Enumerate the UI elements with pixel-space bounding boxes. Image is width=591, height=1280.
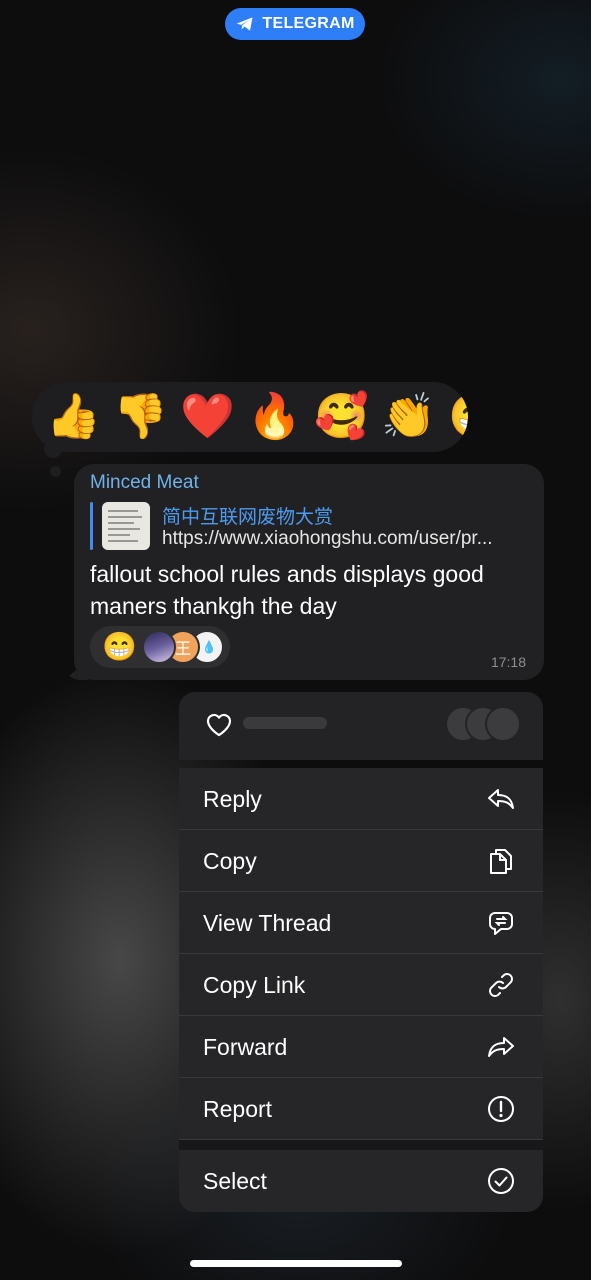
sender-name[interactable]: Minced Meat <box>90 472 199 494</box>
avatar <box>142 630 176 664</box>
banner-label: TELEGRAM <box>262 15 355 32</box>
menu-item-copy[interactable]: Copy <box>179 830 543 892</box>
context-menu: Reply Copy View Thread Copy Link Forward… <box>179 768 543 1212</box>
menu-item-view-thread[interactable]: View Thread <box>179 892 543 954</box>
reaction-picker[interactable]: 👍 👎 ❤️ 🔥 🥰 👏 😁 <box>32 382 468 452</box>
menu-item-label: Forward <box>203 1034 288 1060</box>
menu-item-label: Copy Link <box>203 972 306 998</box>
message-bubble[interactable]: Minced Meat 简中互联网废物大赏 https://www.xiaoho… <box>74 464 544 680</box>
link-url[interactable]: https://www.xiaohongshu.com/user/pr... <box>162 528 493 550</box>
reaction-heart[interactable]: ❤️ <box>174 382 241 452</box>
menu-item-label: Copy <box>203 848 257 874</box>
menu-item-label: Select <box>203 1168 267 1194</box>
forward-icon <box>488 1037 514 1057</box>
copy-icon <box>490 849 512 874</box>
telegram-banner[interactable]: TELEGRAM <box>225 8 365 40</box>
picker-tail-dot-small <box>50 466 61 477</box>
heart-icon <box>206 713 232 737</box>
message-text: fallout school rules ands displays good … <box>90 561 484 619</box>
menu-item-copy-link[interactable]: Copy Link <box>179 954 543 1016</box>
menu-item-label: Report <box>203 1096 273 1122</box>
menu-item-forward[interactable]: Forward <box>179 1016 543 1078</box>
message-time: 17:18 <box>490 654 526 670</box>
menu-separator <box>179 1140 543 1150</box>
menu-item-reply[interactable]: Reply <box>179 768 543 830</box>
reaction-clap[interactable]: 👏 <box>375 382 442 452</box>
reaction-thumbs-down[interactable]: 👎 <box>107 382 174 452</box>
telegram-icon <box>237 17 253 31</box>
thread-icon <box>489 912 513 935</box>
chip-emoji: 😁 <box>102 631 137 662</box>
link-preview-bar <box>90 502 93 550</box>
link-thumbnail[interactable] <box>102 502 150 550</box>
reactions-summary[interactable] <box>179 692 543 760</box>
picker-tail-dot <box>44 440 62 458</box>
menu-item-report[interactable]: Report <box>179 1078 543 1140</box>
loading-placeholder-bar <box>243 717 327 729</box>
menu-item-label: View Thread <box>203 910 332 936</box>
link-icon <box>489 973 513 997</box>
viewer-avatars <box>445 706 525 742</box>
reaction-smiling-hearts[interactable]: 🥰 <box>308 382 375 452</box>
report-icon <box>488 1096 514 1122</box>
home-indicator[interactable] <box>190 1260 402 1267</box>
reply-icon <box>488 789 514 809</box>
message-reaction-chip[interactable]: 😁 王 ·💧 <box>90 626 230 668</box>
menu-item-label: Reply <box>203 786 262 812</box>
link-title[interactable]: 简中互联网废物大赏 <box>162 502 333 529</box>
select-icon <box>488 1168 514 1194</box>
reaction-fire[interactable]: 🔥 <box>241 382 308 452</box>
menu-item-select[interactable]: Select <box>179 1150 543 1212</box>
